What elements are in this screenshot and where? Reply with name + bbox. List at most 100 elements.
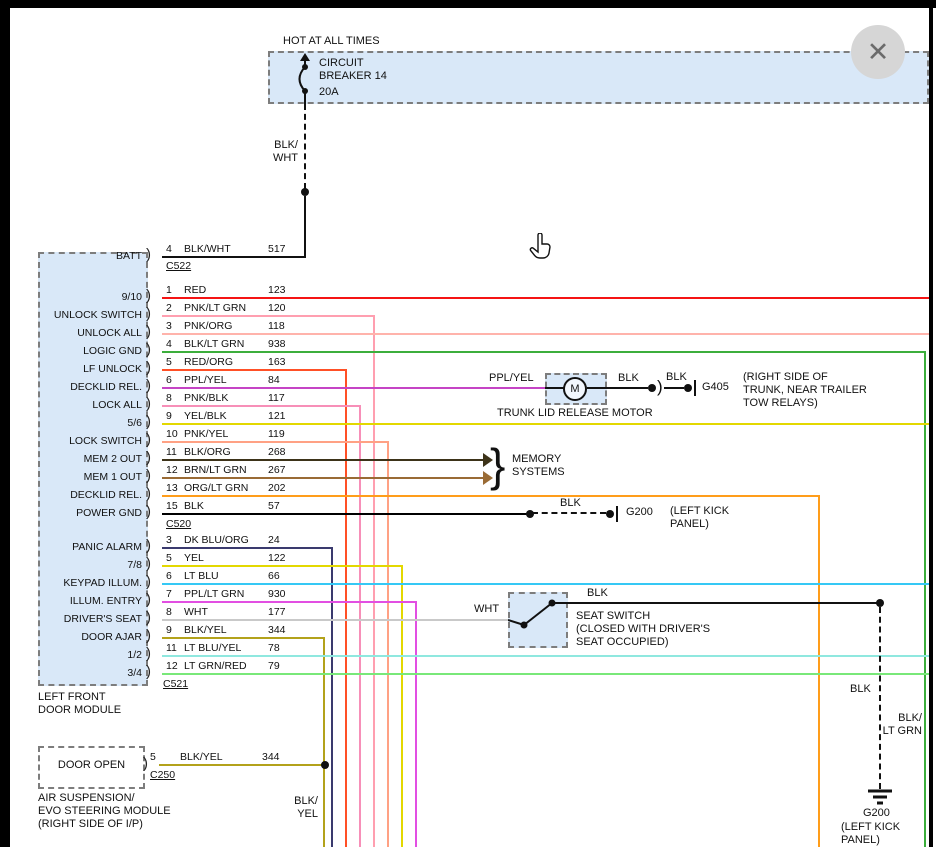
module-pin-label: LOCK SWITCH	[40, 435, 142, 447]
wire-line	[162, 405, 361, 407]
wire-line	[162, 459, 487, 461]
pin-bracket-icon: )	[143, 755, 148, 772]
brace-icon: }	[490, 442, 505, 488]
wire-line	[162, 315, 375, 317]
ground-label-g405: G405	[702, 381, 729, 393]
wire-line-vertical	[359, 405, 361, 847]
pin-bracket-icon: )	[146, 431, 151, 448]
wire-color-name: YEL	[184, 552, 204, 564]
frame-border-right	[929, 0, 933, 847]
ground-icon	[866, 788, 894, 806]
ring-terminal-bar	[694, 380, 696, 396]
wire-circuit-number: 163	[268, 356, 286, 368]
right-edge-wire-label: BLK/ LT GRN	[876, 712, 922, 738]
wire-circuit-number: 117	[268, 392, 285, 404]
wire-line	[162, 441, 389, 443]
wire-pin-number: 8	[166, 392, 172, 404]
door-open-label: DOOR OPEN	[38, 759, 145, 771]
wire-pin-number: 5	[166, 552, 172, 564]
module-pin-label: DRIVER'S SEAT	[40, 613, 142, 625]
module-pin-label: 1/2	[40, 649, 142, 661]
wire-line-vertical	[401, 565, 403, 847]
pin-bracket-icon: )	[146, 503, 151, 520]
module-pin-label: BATT	[40, 250, 142, 262]
wire-line	[162, 583, 929, 585]
wire-line	[162, 637, 325, 639]
wire-circuit-number: 78	[268, 642, 280, 654]
motor-lead-left	[545, 387, 565, 389]
wire-pin-number: 8	[166, 606, 172, 618]
ground-wire-dashed	[532, 512, 606, 514]
wire-circuit-number: 267	[268, 464, 286, 476]
pin-bracket-icon: )	[146, 663, 151, 680]
wire-color-name: LT BLU/YEL	[184, 642, 241, 654]
wire-color-name: BLK/LT GRN	[184, 338, 244, 350]
motor-wire-label: PPL/YEL	[489, 372, 534, 384]
module-pin-label: PANIC ALARM	[40, 541, 142, 553]
module-pin-label: MEM 1 OUT	[40, 471, 142, 483]
module-pin-label: DOOR AJAR	[40, 631, 142, 643]
wiring-diagram-canvas: 1RED1232PNK/LT GRN1203PNK/ORG1184BLK/LT …	[0, 0, 936, 847]
wire-circuit-number: 177	[268, 606, 286, 618]
wire-pin-number: 3	[166, 534, 172, 546]
wire-color-name: WHT	[184, 606, 208, 618]
ground-location-note-bottom: (LEFT KICK PANEL)	[841, 821, 900, 847]
batt-wire-line	[162, 256, 306, 258]
junction-dot	[301, 188, 309, 196]
seat-switch-out-wire	[568, 602, 880, 604]
wire-line	[162, 387, 545, 389]
wire-line	[162, 547, 333, 549]
inline-connector-dot	[648, 384, 656, 392]
frame-border-left	[0, 0, 10, 847]
wire-line	[162, 351, 926, 353]
wire-color-name: PPL/LT GRN	[184, 588, 244, 600]
wire-circuit-number: 66	[268, 570, 280, 582]
module-pin-label: 3/4	[40, 667, 142, 679]
wire-layer: 1RED1232PNK/LT GRN1203PNK/ORG1184BLK/LT …	[0, 0, 936, 847]
wire-circuit-number: 119	[268, 428, 285, 440]
wire-pin-number: 12	[166, 464, 178, 476]
wire-color-name: BLK/WHT	[184, 243, 231, 255]
wire-line	[162, 513, 530, 515]
wire-line	[162, 565, 403, 567]
wire-line	[162, 673, 929, 675]
wire-pin-number: 15	[166, 500, 178, 512]
wire-pin-number: 9	[166, 410, 172, 422]
wire-circuit-number: 84	[268, 374, 280, 386]
wire-line	[162, 369, 347, 371]
connector-label-c521: C521	[163, 678, 188, 690]
inline-connector-icon: )	[657, 377, 663, 397]
wire-line	[162, 495, 820, 497]
wire-color-name: RED/ORG	[184, 356, 233, 368]
pin-bracket-icon: )	[146, 449, 151, 466]
wire-pin-number: 6	[166, 374, 172, 386]
wire-pin-number: 10	[166, 428, 178, 440]
pin-bracket-icon: )	[146, 323, 151, 340]
wire-line-vertical	[373, 315, 375, 847]
connector-label-c520: C520	[166, 518, 191, 530]
wire-pin-number: 4	[166, 243, 172, 255]
switch-blade-icon	[508, 592, 568, 648]
circuit-breaker-rating: 20A	[319, 86, 339, 98]
ground-label-g200: G200	[626, 506, 653, 518]
wire-color-name: BLK/ORG	[184, 446, 231, 458]
wire-circuit-number: 123	[268, 284, 286, 296]
pin-bracket-icon: )	[146, 287, 151, 304]
wire-line-vertical	[331, 547, 333, 847]
wire-circuit-number: 24	[268, 534, 280, 546]
door-module-caption: LEFT FRONT DOOR MODULE	[38, 691, 121, 717]
wire-line	[162, 619, 508, 621]
module-pin-label: 7/8	[40, 559, 142, 571]
wire-color-name: PPL/YEL	[184, 374, 227, 386]
wire-line	[162, 423, 929, 425]
module-pin-label: ILLUM. ENTRY	[40, 595, 142, 607]
ground-location-note: (LEFT KICK PANEL)	[670, 505, 729, 531]
wire-color-name: BLK	[184, 500, 204, 512]
wire-pin-number: 5	[166, 356, 172, 368]
close-button[interactable]: ✕	[851, 25, 905, 79]
wire-circuit-number: 120	[268, 302, 286, 314]
wire-line-vertical	[924, 351, 926, 847]
wire-circuit-number: 344	[268, 624, 286, 636]
wire-line-vertical	[818, 495, 820, 847]
wire-pin-number: 4	[166, 338, 172, 350]
